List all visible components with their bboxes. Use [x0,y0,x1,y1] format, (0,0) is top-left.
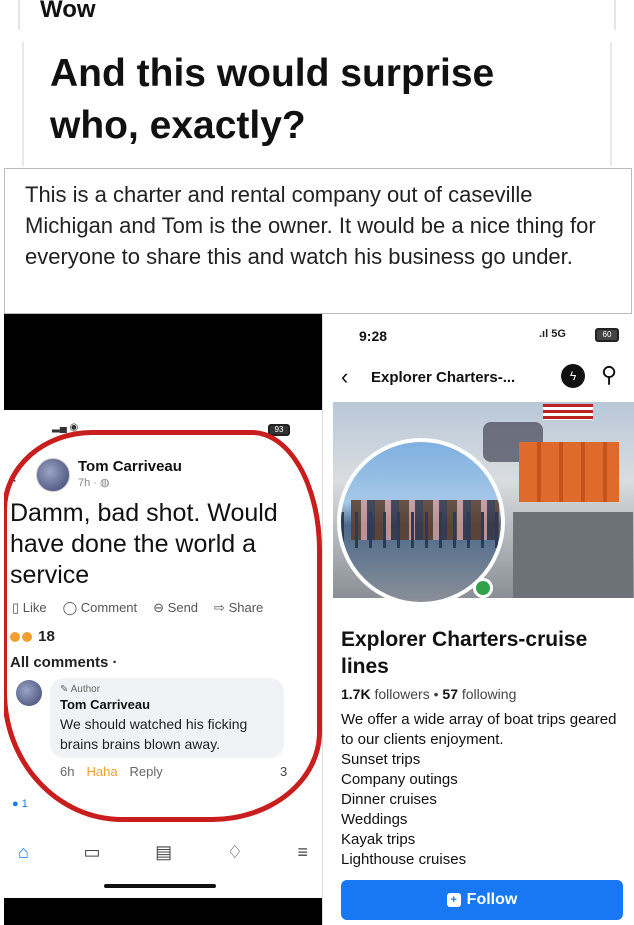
home-icon[interactable]: ⌂ [18,842,29,863]
comment-meta: 6h Haha Reply [60,764,163,779]
page-bio: We offer a wide array of boat trips gear… [341,710,627,870]
share-icon: ⇨ [214,600,229,615]
left-facebook-post: ▂▄ ◉ 93 ‹ Tom Carriveau 7h · ◍ • Damm, b… [4,410,322,898]
author-badge: ✎ Author [60,684,274,695]
signal-icon: .ıl [539,328,552,340]
divider [18,0,20,30]
globe-icon: ◍ [100,477,110,489]
right-facebook-page: 9:28 .ıl 5G 60 ‹ Explorer Charters-... ϟ… [322,314,634,925]
bio-item: Sunset trips [341,751,421,768]
divider [614,0,616,30]
post-actions: ▯ Like ◯ Comment ⊖ Send ⇨ Share [12,600,318,616]
comment-bubble: ✎ Author Tom Carriveau We should watched… [50,678,284,758]
battery-icon: 93 [268,424,290,436]
commenter-name[interactable]: Tom Carriveau [60,697,274,712]
home-indicator [104,884,216,888]
bell-icon[interactable]: ♢ [227,842,243,863]
comment-icon: ◯ [62,600,81,615]
author-badge-label: Author [70,684,101,695]
like-icon: ▯ [12,600,23,615]
bio-item: Dinner cruises [341,791,437,808]
pen-icon: ✎ [60,684,71,695]
status-time: 9:28 [359,328,388,344]
follow-label: Follow [466,891,518,908]
bio-item: Company outings [341,771,458,788]
followers-label: followers [374,686,430,702]
more-icon[interactable]: • [300,462,305,478]
all-comments-filter[interactable]: All comments · [10,654,118,671]
reaction-count: 18 [38,628,55,645]
comment-text: We should watched his ficking brains bra… [60,716,248,752]
like-label: Like [22,600,47,615]
share-button[interactable]: ⇨ Share [214,600,263,616]
post-text-box: This is a charter and rental company out… [4,168,632,314]
page-name: Explorer Charters-cruise lines [341,628,588,678]
menu-icon[interactable]: ≡ [297,842,308,863]
post-body: Damm, bad shot. Would have done the worl… [10,499,278,589]
headline-box: And this would surprise who, exactly? [22,42,612,166]
share-label: Share [228,600,264,615]
post-text: This is a charter and rental company out… [25,182,596,269]
bottom-tab-bar: ⌂ ▭ ▤ ♢ ≡ [18,842,308,863]
small-title: Wow [40,0,96,23]
search-icon[interactable]: ⚲ [601,362,617,388]
nav-title: Explorer Charters-... [371,369,516,386]
left-black-bar-bottom [4,898,322,925]
send-icon: ⊖ [153,600,168,615]
following-count: 57 [442,686,458,702]
comment-reaction-count: 3 [280,764,288,779]
follow-button[interactable]: + Follow [341,880,623,920]
commenter-avatar[interactable] [16,680,42,706]
comment-button[interactable]: ◯ Comment [63,600,138,616]
haha-reaction-icon [10,632,20,642]
top-caption: Wow [0,0,634,30]
reply-dot-icon: ● [12,798,22,810]
back-icon[interactable]: ‹ [10,466,17,489]
send-button[interactable]: ⊖ Send [153,600,198,616]
comment-label: Comment [80,600,138,615]
marketplace-icon[interactable]: ▤ [155,842,172,863]
bio-item: Weddings [341,811,408,828]
video-icon[interactable]: ▭ [83,842,100,863]
flag-image [543,404,593,420]
reply-count-value: 1 [21,798,28,810]
left-black-bar [4,314,322,410]
online-status-icon [473,578,493,598]
reaction-summary[interactable]: 18 [10,628,55,645]
reply-button[interactable]: Reply [130,764,163,779]
signal-indicator: .ıl 5G [539,328,566,340]
bio-item: Kayak trips [341,831,416,848]
follow-stats[interactable]: 1.7K followers • 57 following [341,686,516,702]
follow-icon: + [446,893,461,907]
battery-icon: 60 [595,328,619,342]
status-bar: ▂▄ ◉ [52,422,79,433]
bio-intro: We offer a wide array of boat trips gear… [341,711,617,748]
comment-time: 6h [60,764,75,779]
headline: And this would surprise who, exactly? [50,52,495,147]
reply-count[interactable]: ● 1 [12,798,28,810]
messenger-icon[interactable]: ϟ [561,364,585,388]
back-icon[interactable]: ‹ [341,364,348,390]
bio-item: Lighthouse cruises [341,851,467,868]
like-button[interactable]: ▯ Like [12,600,47,616]
boat-deck-image [513,512,633,598]
boat-railing-image [341,512,501,548]
meme-screenshot: Wow And this would surprise who, exactly… [0,0,634,925]
network-type: 5G [551,328,566,340]
haha-button[interactable]: Haha [86,764,117,779]
laugh-reaction-icon [22,632,32,642]
send-label: Send [167,600,199,615]
life-jackets-image [519,442,619,502]
post-time: 7h · ◍ [78,476,110,489]
post-time-text: 7h · [78,477,101,489]
followers-count: 1.7K [341,686,371,702]
following-label: following [461,686,517,702]
poster-name[interactable]: Tom Carriveau [78,458,182,475]
avatar[interactable] [36,458,70,492]
